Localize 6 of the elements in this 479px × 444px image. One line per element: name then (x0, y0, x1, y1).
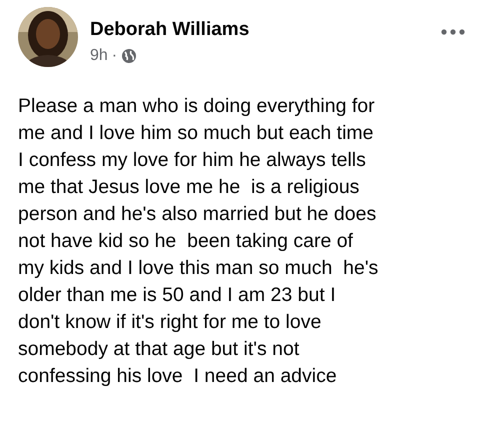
globe-icon (121, 48, 138, 64)
separator-dot: · (112, 47, 118, 65)
post-text: Please a man who is doing everything for me and I love him so much but each time I confess my love for him he always tells me that Jesus love me he is a religious person and he's also married but he does not have kid so he been taking care of my kids and I love this man so much he's older than me is 50 and I am 23 but I don't know if it's right for me to love somebody at that age but it's not confessing his love I need an advice (18, 94, 380, 389)
author-name[interactable]: Deborah Williams (90, 19, 250, 41)
more-options-icon[interactable] (441, 29, 465, 35)
post-time[interactable]: 9h (90, 47, 108, 65)
